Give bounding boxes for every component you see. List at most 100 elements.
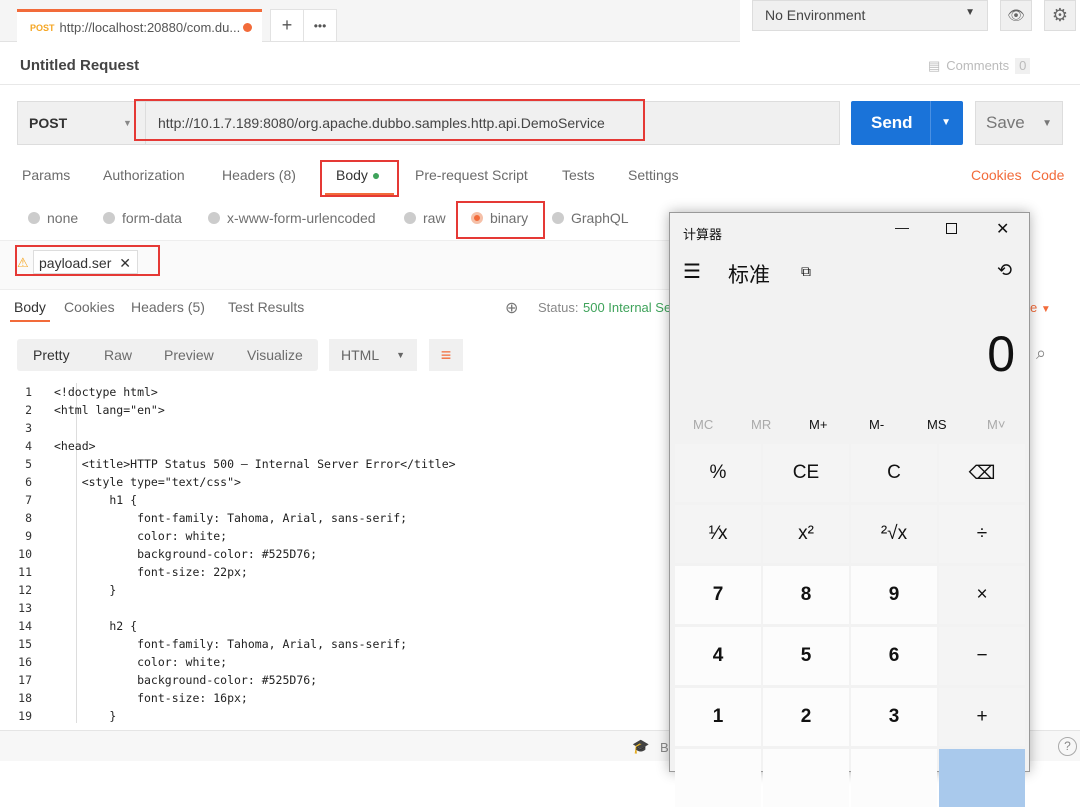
- key-multiply[interactable]: ×: [939, 566, 1025, 624]
- keep-on-top-icon[interactable]: ⧉: [801, 263, 811, 280]
- code-text: font-size: 16px;: [54, 691, 248, 705]
- search-icon[interactable]: ⌕: [1036, 343, 1046, 364]
- memory-ms-button[interactable]: MS: [927, 417, 947, 432]
- wrap-lines-icon[interactable]: ≡: [429, 339, 463, 371]
- code-line: 9 color: white;: [0, 527, 668, 545]
- bootcamp-label[interactable]: B: [660, 740, 669, 755]
- new-tab-button[interactable]: +: [270, 9, 304, 42]
- calculator-window: 计算器 — ✕ ☰ 标准 ⧉ ⟲ 0 MC MR M+ M- MS M˅% CE C ⌫ ¹⁄x x…: [669, 212, 1030, 807]
- more-tabs-button[interactable]: •••: [303, 9, 337, 42]
- code-line: 16 color: white;: [0, 653, 668, 671]
- tab-settings[interactable]: Settings: [628, 167, 679, 183]
- memory-mr-button[interactable]: MR: [751, 417, 771, 432]
- eye-icon[interactable]: 👁: [1000, 0, 1032, 31]
- save-button[interactable]: Save ▼: [975, 101, 1063, 145]
- key-reciprocal[interactable]: ¹⁄x: [675, 505, 761, 563]
- memory-mminus-button[interactable]: M-: [869, 417, 884, 432]
- key-plus[interactable]: +: [939, 688, 1025, 746]
- key-bottom[interactable]: [675, 749, 761, 807]
- resp-tab-test-results[interactable]: Test Results: [228, 299, 304, 315]
- code-link[interactable]: Code: [1031, 167, 1064, 183]
- tab-pre-request-script[interactable]: Pre-request Script: [415, 167, 528, 183]
- status-label: Status:: [538, 300, 579, 315]
- key-1[interactable]: 1: [675, 688, 761, 746]
- code-line: 12 }: [0, 581, 668, 599]
- key-5[interactable]: 5: [763, 627, 849, 685]
- key-8[interactable]: 8: [763, 566, 849, 624]
- key-9[interactable]: 9: [851, 566, 937, 624]
- line-number: 12: [18, 583, 32, 597]
- key-percent[interactable]: %: [675, 444, 761, 502]
- chevron-down-icon[interactable]: ▼: [1042, 118, 1052, 129]
- close-button[interactable]: ✕: [996, 219, 1009, 239]
- mode-pretty[interactable]: Pretty: [33, 347, 70, 363]
- key-ce[interactable]: CE: [763, 444, 849, 502]
- menu-icon[interactable]: ☰: [683, 259, 701, 284]
- request-tab[interactable]: POST http://localhost:20880/com.du...: [17, 9, 262, 43]
- calculator-display: 0: [987, 326, 1015, 382]
- line-number: 7: [25, 493, 32, 507]
- help-icon[interactable]: ?: [1058, 737, 1077, 756]
- bootcamp-icon[interactable]: 🎓: [632, 738, 649, 755]
- minimize-button[interactable]: —: [895, 219, 909, 235]
- line-number: 1: [25, 385, 32, 399]
- key-6[interactable]: 6: [851, 627, 937, 685]
- memory-mc-button[interactable]: MC: [693, 417, 713, 432]
- key-backspace[interactable]: ⌫: [939, 444, 1025, 502]
- tab-tests[interactable]: Tests: [562, 167, 595, 183]
- cookies-link[interactable]: Cookies: [971, 167, 1022, 183]
- code-viewer: 1 <!doctype html> 2 <html lang="en"> 3 4 <head…: [0, 383, 668, 725]
- key-4[interactable]: 4: [675, 627, 761, 685]
- radio-none[interactable]: none: [28, 210, 78, 226]
- maximize-button[interactable]: [946, 223, 957, 234]
- mode-title: 标准: [728, 264, 770, 287]
- code-text: <!doctype html>: [54, 385, 158, 399]
- chevron-down-icon[interactable]: ▼: [930, 101, 951, 145]
- code-text: }: [54, 709, 117, 723]
- tab-params[interactable]: Params: [22, 167, 70, 183]
- code-text: }: [54, 583, 117, 597]
- environment-select[interactable]: No Environment ▼: [752, 0, 988, 31]
- radio-urlencoded[interactable]: x-www-form-urlencoded: [208, 210, 376, 226]
- code-line: 14 h2 {: [0, 617, 668, 635]
- comments-button[interactable]: ▤ Comments 0: [928, 58, 1031, 74]
- request-title[interactable]: Untitled Request: [20, 57, 139, 74]
- format-select[interactable]: HTML ▼: [329, 339, 417, 371]
- key-sqrt[interactable]: ²√x: [851, 505, 937, 563]
- key-square[interactable]: x²: [763, 505, 849, 563]
- highlight-file: [15, 245, 160, 276]
- method-select[interactable]: POST: [29, 115, 67, 131]
- gear-icon[interactable]: ⚙: [1044, 0, 1076, 31]
- key-c[interactable]: C: [851, 444, 937, 502]
- memory-mlist-button[interactable]: M˅: [987, 417, 1005, 432]
- resp-tab-body[interactable]: Body: [14, 299, 46, 315]
- line-number: 18: [18, 691, 32, 705]
- mode-preview[interactable]: Preview: [164, 347, 214, 363]
- mode-raw[interactable]: Raw: [104, 347, 132, 363]
- radio-form-data[interactable]: form-data: [103, 210, 182, 226]
- tab-headers[interactable]: Headers (8): [222, 167, 296, 183]
- code-text: h1 {: [54, 493, 138, 507]
- key-7[interactable]: 7: [675, 566, 761, 624]
- key-bottom[interactable]: [851, 749, 937, 807]
- mode-visualize[interactable]: Visualize: [247, 347, 303, 363]
- key-divide[interactable]: ÷: [939, 505, 1025, 563]
- resp-tab-cookies[interactable]: Cookies: [64, 299, 115, 315]
- resp-tab-underline: [10, 320, 50, 322]
- code-line: 3: [0, 419, 668, 437]
- save-response-button[interactable]: e ▼: [1030, 300, 1051, 315]
- key-equals[interactable]: [939, 749, 1025, 807]
- key-minus[interactable]: −: [939, 627, 1025, 685]
- code-line: 2 <html lang="en">: [0, 401, 668, 419]
- radio-raw[interactable]: raw: [404, 210, 446, 226]
- key-2[interactable]: 2: [763, 688, 849, 746]
- code-line: 19 }: [0, 707, 668, 725]
- memory-mplus-button[interactable]: M+: [809, 417, 827, 432]
- tab-authorization[interactable]: Authorization: [103, 167, 185, 183]
- send-button[interactable]: Send ▼: [851, 101, 963, 145]
- key-3[interactable]: 3: [851, 688, 937, 746]
- resp-tab-headers[interactable]: Headers (5): [131, 299, 205, 315]
- history-icon[interactable]: ⟲: [997, 260, 1012, 281]
- key-bottom[interactable]: [763, 749, 849, 807]
- radio-graphql[interactable]: GraphQL: [552, 210, 629, 226]
